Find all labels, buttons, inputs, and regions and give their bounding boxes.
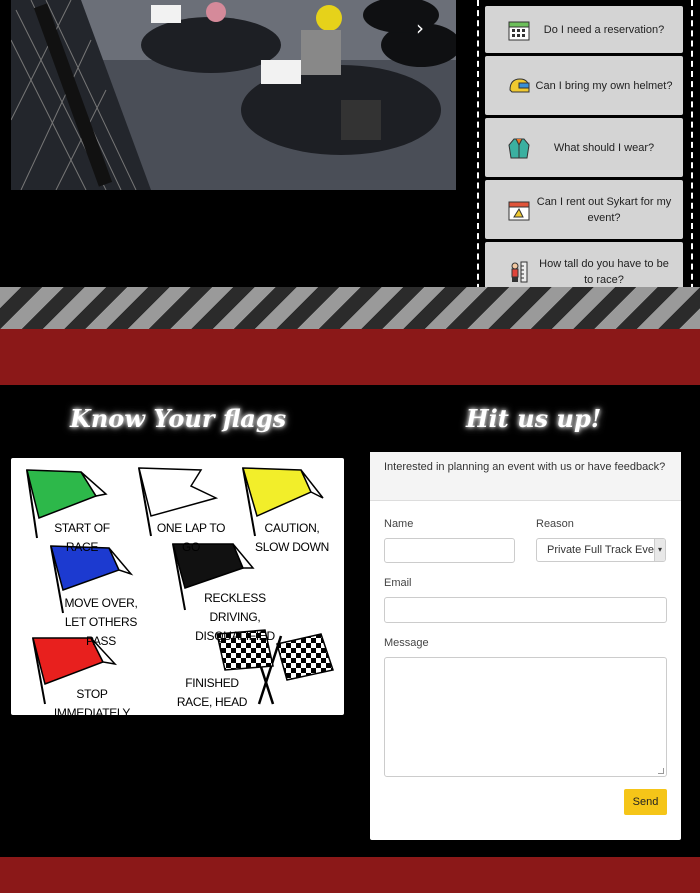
contact-section-title: Hit us up! <box>466 404 602 433</box>
flag-label-one-lap: ONE LAP TO GO <box>156 521 226 554</box>
height-measure-icon <box>507 260 531 284</box>
flag-label-stop: STOP IMMEDIATELY <box>53 687 131 715</box>
helmet-icon <box>507 74 531 98</box>
reason-label: Reason <box>536 518 574 530</box>
chevron-down-icon: ▾ <box>654 539 665 561</box>
faq-item-wear[interactable]: What should I wear? <box>485 118 683 177</box>
decorative-stripes <box>0 287 700 329</box>
carousel-next-arrow-icon[interactable]: › <box>410 18 430 38</box>
message-textarea[interactable] <box>384 657 667 777</box>
flag-label-caution: CAUTION, SLOW DOWN <box>255 521 329 554</box>
email-label: Email <box>384 577 412 589</box>
name-label: Name <box>384 518 414 530</box>
reason-select-value: Private Full Track Eve <box>547 544 654 556</box>
page: › Do I need a reservation? Can I bring m… <box>0 0 700 893</box>
flag-label-finished: FINISHED RACE, HEAD TO THE PITS <box>176 676 248 715</box>
flags-chart: START OF RACE ONE LAP TO GO CAUTION, SLO… <box>11 458 344 715</box>
send-button[interactable]: Send <box>624 789 667 815</box>
jacket-icon <box>507 136 531 160</box>
resize-grip-icon[interactable] <box>658 768 664 774</box>
form-intro: Interested in planning an event with us … <box>370 452 681 501</box>
flag-label-move-over: MOVE OVER, LET OTHERS PASS <box>64 596 138 648</box>
faq-panel: Do I need a reservation? Can I bring my … <box>477 0 693 301</box>
faq-item-label: Can I rent out Sykart for my event? <box>536 195 672 224</box>
reason-select[interactable]: Private Full Track Eve ▾ <box>536 538 666 562</box>
calendar-icon <box>507 18 531 42</box>
name-input[interactable] <box>384 538 515 563</box>
contact-form: Interested in planning an event with us … <box>370 452 681 840</box>
go-kart-photo: › <box>11 0 456 190</box>
flags-section-title: Know Your flags <box>70 404 287 433</box>
faq-item-label: Do I need a reservation? <box>543 23 665 36</box>
faq-item-label: How tall do you have to be to race? <box>539 257 669 286</box>
faq-item-helmet[interactable]: Can I bring my own helmet? <box>485 56 683 115</box>
red-divider-band <box>0 329 700 385</box>
flag-label-reckless: RECKLESS DRIVING, DISQUALIFIED <box>195 591 275 643</box>
faq-item-label: Can I bring my own helmet? <box>535 79 673 92</box>
email-field[interactable] <box>384 597 667 623</box>
faq-item-rent[interactable]: Can I rent out Sykart for my event? <box>485 180 683 239</box>
faq-item-reservation[interactable]: Do I need a reservation? <box>485 6 683 53</box>
flag-label-start: START OF RACE <box>54 521 110 554</box>
go-kart-photo-image <box>11 0 456 190</box>
faq-item-label: What should I wear? <box>553 141 655 154</box>
message-label: Message <box>384 637 429 649</box>
red-footer-band <box>0 857 700 893</box>
event-calendar-icon <box>507 198 531 222</box>
